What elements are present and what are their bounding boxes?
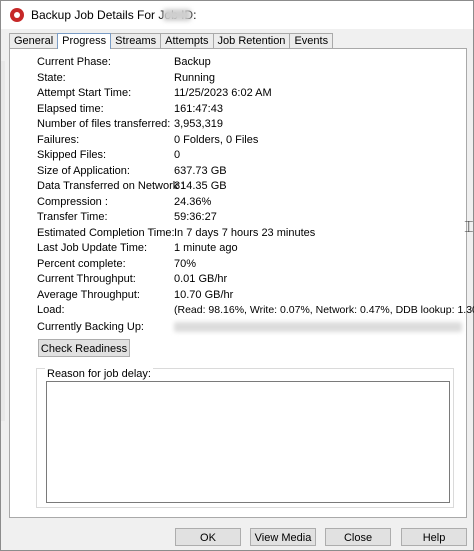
transfer-time-value: 59:36:27 bbox=[174, 211, 217, 223]
last-update-time-value: 1 minute ago bbox=[174, 242, 238, 254]
ok-button[interactable]: OK bbox=[175, 528, 241, 546]
tab-job-retention[interactable]: Job Retention bbox=[212, 33, 291, 48]
skipped-files-value: 0 bbox=[174, 149, 181, 161]
backup-job-details-window: Backup Job Details For Job ID: General P… bbox=[0, 0, 474, 551]
job-delay-textarea[interactable] bbox=[46, 381, 450, 503]
transfer-time-label: Transfer Time: bbox=[37, 211, 108, 223]
tab-general[interactable]: General bbox=[9, 33, 59, 48]
help-button[interactable]: Help bbox=[401, 528, 467, 546]
failures-value: 0 Folders, 0 Files bbox=[174, 133, 259, 146]
last-update-time-label: Last Job Update Time: bbox=[37, 242, 148, 254]
estimated-completion-value: In 7 days 7 hours 23 minutes bbox=[174, 226, 316, 239]
window-left-edge bbox=[1, 61, 5, 421]
redacted-job-id bbox=[163, 9, 191, 21]
percent-complete-label: Percent complete: bbox=[37, 257, 126, 270]
compression-value: 24.36% bbox=[174, 195, 212, 208]
failures-label: Failures: bbox=[37, 133, 80, 146]
title-bar[interactable]: Backup Job Details For Job ID: bbox=[1, 1, 473, 29]
load-label: Load: bbox=[37, 304, 65, 316]
current-phase-value: Backup bbox=[174, 56, 211, 68]
tab-streams[interactable]: Streams bbox=[110, 33, 162, 48]
size-of-application-value: 637.73 GB bbox=[174, 164, 227, 177]
check-readiness-button[interactable]: Check Readiness bbox=[38, 339, 130, 357]
compression-label: Compression : bbox=[37, 195, 108, 208]
state-value: Running bbox=[174, 71, 215, 84]
current-throughput-value: 0.01 GB/hr bbox=[174, 273, 228, 285]
tab-progress[interactable]: Progress bbox=[57, 33, 112, 49]
attempt-start-time-value: 11/25/2023 6:02 AM bbox=[174, 87, 272, 99]
size-of-application-label: Size of Application: bbox=[37, 164, 130, 177]
files-transferred-value: 3,953,319 bbox=[174, 118, 223, 130]
percent-complete-value: 70% bbox=[174, 257, 197, 270]
files-transferred-label: Number of files transferred: bbox=[37, 118, 171, 130]
job-delay-group: Reason for job delay: bbox=[36, 368, 454, 508]
tab-attempts[interactable]: Attempts bbox=[160, 33, 214, 48]
mouse-cursor-icon: ⌶ bbox=[464, 219, 474, 236]
skipped-files-label: Skipped Files: bbox=[37, 149, 107, 161]
job-delay-label: Reason for job delay: bbox=[45, 368, 153, 381]
average-throughput-value: 10.70 GB/hr bbox=[174, 288, 234, 301]
currently-backing-up-label: Currently Backing Up: bbox=[37, 321, 144, 333]
close-button[interactable]: Close bbox=[325, 528, 391, 546]
progress-panel: Current Phase: Backup State: Running Att… bbox=[9, 48, 474, 518]
state-label: State: bbox=[37, 71, 66, 84]
current-phase-label: Current Phase: bbox=[37, 56, 111, 68]
estimated-completion-label: Estimated Completion Time: bbox=[37, 226, 175, 239]
attempt-start-time-label: Attempt Start Time: bbox=[37, 87, 132, 99]
elapsed-time-label: Elapsed time: bbox=[37, 102, 104, 115]
tab-strip: General Progress Streams Attempts Job Re… bbox=[9, 33, 334, 49]
tab-events[interactable]: Events bbox=[289, 33, 334, 48]
elapsed-time-value: 161:47:43 bbox=[174, 102, 223, 115]
current-throughput-label: Current Throughput: bbox=[37, 273, 136, 285]
data-transferred-value: 314.35 GB bbox=[174, 180, 227, 192]
data-transferred-label: Data Transferred on Network : bbox=[37, 180, 185, 192]
view-media-button[interactable]: View Media bbox=[250, 528, 316, 546]
average-throughput-label: Average Throughput: bbox=[37, 288, 140, 301]
commvault-logo-icon bbox=[10, 8, 24, 22]
currently-backing-up-redacted-value bbox=[174, 322, 462, 332]
load-value: (Read: 98.16%, Write: 0.07%, Network: 0.… bbox=[174, 304, 474, 316]
